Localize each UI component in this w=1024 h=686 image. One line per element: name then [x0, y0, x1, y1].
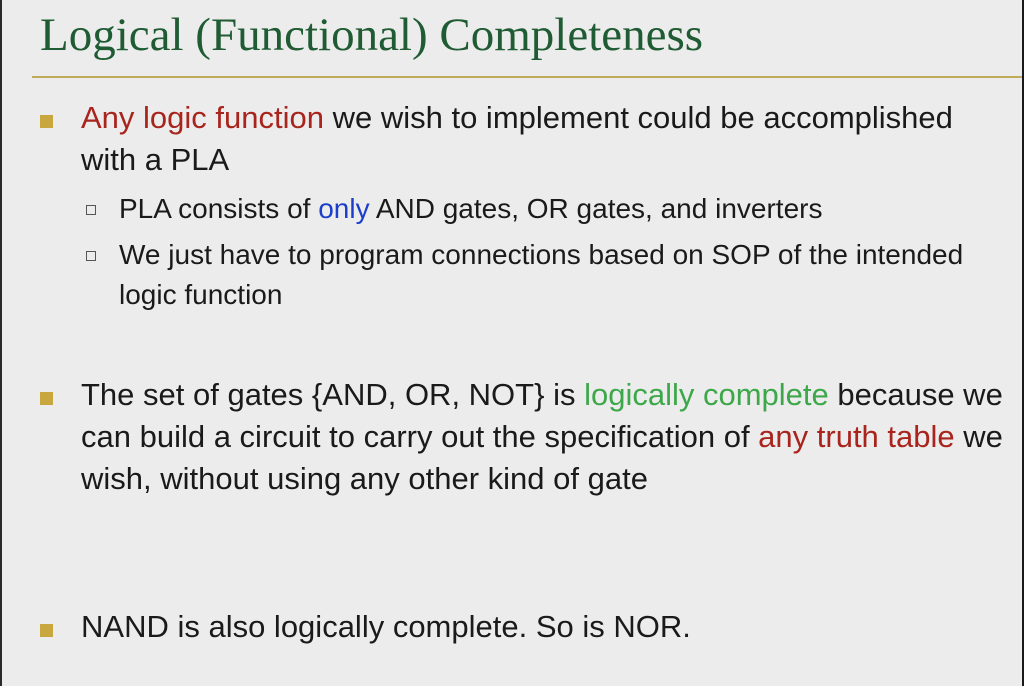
title-underline [32, 76, 1022, 78]
sub-bullet-marker-icon [86, 205, 96, 215]
bullet-2-highlight-green: logically complete [584, 377, 829, 412]
bullet-2-before: The set of gates {AND, OR, NOT} is [81, 377, 585, 412]
slide: Logical (Functional) Completeness Any lo… [0, 0, 1022, 686]
bullet-marker-icon [40, 392, 53, 405]
bullet-marker-icon [40, 115, 53, 128]
sub-bullet-2-text: We just have to program connections base… [119, 239, 964, 310]
bullet-1: Any logic function we wish to implement … [81, 97, 1016, 181]
bullet-2-highlight-red: any truth table [758, 419, 955, 454]
sub-bullet-1: PLA consists of only AND gates, OR gates… [119, 189, 999, 229]
bullet-3: NAND is also logically complete. So is N… [81, 606, 1016, 648]
sub-bullet-marker-icon [86, 251, 96, 261]
bullet-2: The set of gates {AND, OR, NOT} is logic… [81, 374, 1016, 500]
bullet-1-highlight: Any logic function [81, 100, 324, 135]
sub-bullet-1-highlight: only [318, 193, 370, 224]
slide-title: Logical (Functional) Completeness [40, 9, 704, 61]
sub-bullet-1-after: AND gates, OR gates, and inverters [369, 193, 823, 224]
sub-bullet-1-before: PLA consists of [119, 193, 319, 224]
bullet-3-text: NAND is also logically complete. So is N… [81, 609, 691, 644]
sub-bullet-2: We just have to program connections base… [119, 235, 999, 315]
bullet-marker-icon [40, 624, 53, 637]
